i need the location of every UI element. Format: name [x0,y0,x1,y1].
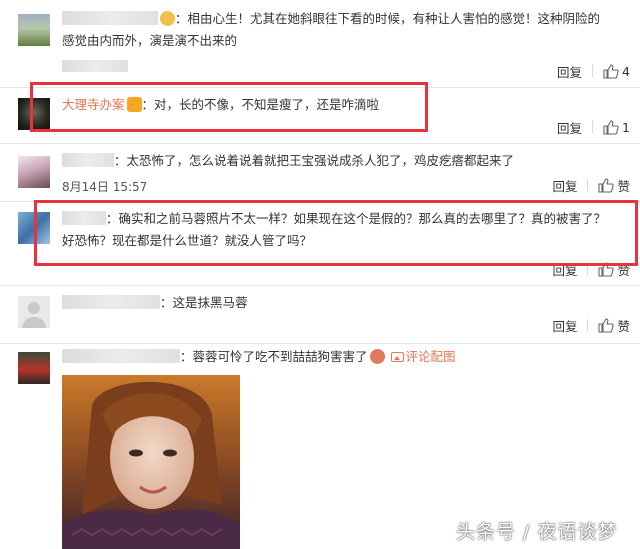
image-icon [390,352,404,362]
like-label: 赞 [617,262,630,278]
watermark: 头条号 / 夜语谈梦 [456,521,618,543]
divider [592,121,594,133]
reply-button[interactable]: 回复 [557,118,582,137]
thumbs-up-icon [598,177,615,193]
like-button[interactable]: 赞 [598,176,630,195]
avatar[interactable] [18,296,50,328]
username[interactable] [62,295,160,309]
like-button[interactable]: 赞 [598,260,630,279]
thumbs-up-icon [598,261,615,277]
reply-button[interactable]: 回复 [552,316,577,335]
username[interactable]: 大理寺办案 [62,97,125,112]
comment-item: ：确实和之前马蓉照片不太一样？如果现在这个是假的？那么真的去哪里了？真的被害了？… [0,202,640,286]
comment-item: ：这是抹黑马蓉 回复 赞 [0,286,640,344]
reply-button[interactable]: 回复 [557,62,582,81]
thumbs-up-icon [603,63,619,79]
username[interactable] [62,211,106,225]
divider [587,179,589,191]
like-label: 赞 [617,178,630,194]
like-button[interactable]: 4 [603,64,630,79]
avatar[interactable] [18,98,50,130]
comment-photo[interactable] [62,375,240,549]
thumbs-up-icon [603,119,619,135]
avatar[interactable] [18,352,50,384]
reply-button[interactable]: 回复 [552,260,577,279]
comment-date: 8月14日 15:57 [62,180,148,194]
comment-item: ：相由心生！尤其在她斜眼往下看的时候，有种让人害怕的感觉！这种阴险的 感觉由内而… [0,0,640,88]
thumbs-up-icon [598,317,615,333]
comment-text: 大理寺办案 ：对，长的不像，不知是瘦了，还是咋滴啦 [62,97,380,112]
like-button[interactable]: 赞 [598,316,630,335]
username[interactable] [62,11,158,25]
reply-button[interactable]: 回复 [552,176,577,195]
comment-text: ：相由心生！尤其在她斜眼往下看的时候，有种让人害怕的感觉！这种阴险的 感觉由内而… [62,11,601,48]
divider [592,65,594,77]
comment-text: ：蓉蓉可怜了吃不到喆喆狗害害了 评论配图 [62,346,626,368]
comment-text: ：太恐怖了，怎么说着说着就把王宝强说成杀人犯了，鸡皮疙瘩都起来了 [62,150,626,172]
comment-item: 大理寺办案 ：对，长的不像，不知是瘦了，还是咋滴啦 回复 1 [0,88,640,144]
divider [587,263,589,275]
comment-item: ：太恐怖了，怎么说着说着就把王宝强说成杀人犯了，鸡皮疙瘩都起来了 8月14日 1… [0,144,640,202]
vip-badge-icon [126,97,142,112]
divider [587,319,589,331]
username[interactable] [62,153,114,167]
default-avatar-icon [22,302,46,328]
username[interactable] [62,349,180,363]
avatar[interactable] [18,156,50,188]
emoji-icon [160,11,175,26]
avatar[interactable] [18,212,50,244]
comment-text: ：确实和之前马蓉照片不太一样？如果现在这个是假的？那么真的去哪里了？真的被害了？… [62,211,607,248]
like-count: 4 [622,63,630,79]
like-label: 赞 [617,318,630,334]
comment-text: ：这是抹黑马蓉 [62,292,626,314]
like-button[interactable]: 1 [603,120,630,135]
emoji-icon [369,349,385,364]
portrait-image [62,375,240,549]
avatar[interactable] [18,14,50,46]
view-image-link[interactable]: 评论配图 [390,349,456,364]
blurred-text [62,60,128,72]
like-count: 1 [622,119,630,135]
